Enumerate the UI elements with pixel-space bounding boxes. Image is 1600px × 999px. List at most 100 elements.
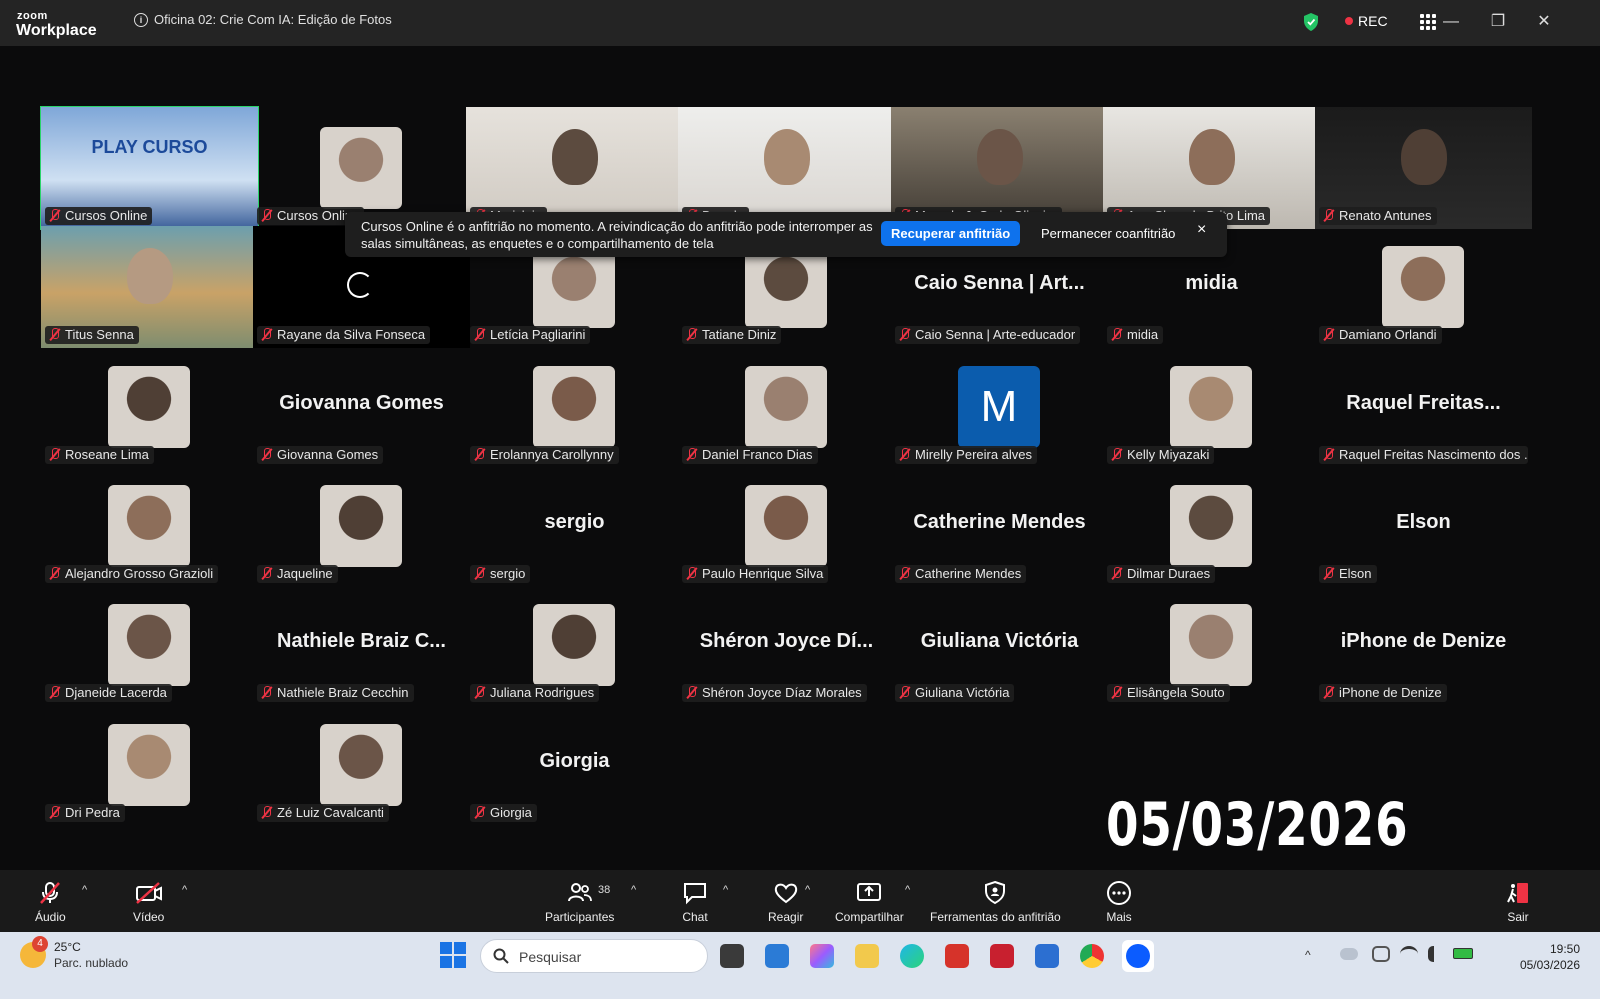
antivirus-icon[interactable] — [990, 944, 1014, 968]
participant-tile[interactable]: Alejandro Grosso Grazioli — [41, 465, 258, 587]
person-silhouette — [1400, 129, 1447, 185]
participant-tile[interactable]: Elson Elson — [1315, 465, 1532, 587]
meeting-info[interactable]: i Oficina 02: Crie Com IA: Edição de Fot… — [134, 12, 392, 27]
participant-tile[interactable]: Renato Antunes — [1315, 107, 1532, 229]
file-explorer-icon[interactable] — [855, 944, 879, 968]
outlook-icon[interactable] — [1035, 944, 1059, 968]
copilot-icon[interactable] — [810, 944, 834, 968]
participant-name: Rayane da Silva Fonseca — [277, 327, 426, 342]
participant-tile[interactable]: M Mirelly Pereira alves — [891, 346, 1108, 468]
participant-tile[interactable]: Damiano Orlandi — [1315, 226, 1532, 348]
zoom-taskbar-icon[interactable] — [1122, 940, 1154, 972]
stay-cohost-button[interactable]: Permanecer coanfitrião — [1035, 221, 1181, 246]
participant-tile[interactable]: Catherine Mendes Catherine Mendes — [891, 465, 1108, 587]
participant-tile[interactable]: Giovanna Gomes Giovanna Gomes — [253, 346, 470, 468]
participant-tile[interactable]: Roseane Lima — [41, 346, 258, 468]
participant-name: Giuliana Victória — [915, 685, 1010, 700]
participant-name-tag: Titus Senna — [45, 326, 139, 344]
wifi-icon[interactable] — [1400, 946, 1418, 962]
info-icon[interactable]: i — [134, 12, 148, 27]
taskbar-search[interactable]: Pesquisar — [480, 939, 708, 973]
participant-tile[interactable]: Kelly Miyazaki — [1103, 346, 1320, 468]
participant-tile[interactable]: Dri Pedra — [41, 704, 258, 826]
participant-tile[interactable]: Giorgia Giorgia — [466, 704, 683, 826]
onedrive-icon[interactable] — [1340, 948, 1358, 960]
react-button[interactable]: Reagir — [768, 880, 803, 924]
participant-name: Dri Pedra — [65, 805, 120, 820]
close-window-button[interactable]: ✕ — [1530, 10, 1558, 34]
share-button[interactable]: Compartilhar — [835, 880, 904, 924]
rec-label: REC — [1358, 13, 1388, 29]
participant-name: Dilmar Duraes — [1127, 566, 1211, 581]
reclaim-host-button[interactable]: Recuperar anfitrião — [881, 221, 1021, 246]
recording-indicator[interactable]: REC — [1345, 13, 1388, 29]
participant-tile[interactable]: Brenda — [678, 107, 895, 229]
participant-name-tag: Elisângela Souto — [1107, 684, 1230, 702]
audio-options-caret[interactable]: ^ — [82, 884, 87, 896]
chat-options-caret[interactable]: ^ — [723, 884, 728, 896]
chrome-icon[interactable] — [1080, 944, 1104, 968]
participant-tile[interactable]: Marcelo J. C. de Oliveira — [891, 107, 1108, 229]
windows-start-icon[interactable] — [440, 942, 466, 968]
participant-name: Mirelly Pereira alves — [915, 447, 1033, 462]
vscode-icon[interactable] — [765, 944, 789, 968]
leave-button[interactable]: Sair — [1505, 880, 1531, 924]
chat-icon — [684, 883, 706, 905]
participant-tile[interactable]: Cursos Online — [253, 107, 470, 229]
participant-name-tag: Renato Antunes — [1319, 207, 1437, 225]
camera-off-icon — [135, 882, 162, 904]
audio-button[interactable]: Áudio — [35, 880, 66, 924]
participant-tile[interactable]: Zé Luiz Cavalcanti — [253, 704, 470, 826]
edge-icon[interactable] — [900, 944, 924, 968]
participant-tile[interactable]: Giuliana Victória Giuliana Victória — [891, 584, 1108, 706]
host-tools-button[interactable]: Ferramentas do anfitrião — [930, 880, 1061, 924]
participant-tile[interactable]: iPhone de Denize iPhone de Denize — [1315, 584, 1532, 706]
share-options-caret[interactable]: ^ — [905, 884, 910, 896]
weather-condition: Parc. nublado — [54, 956, 129, 970]
minimize-button[interactable]: — — [1437, 10, 1465, 34]
more-button[interactable]: Mais — [1105, 880, 1133, 924]
participant-tile[interactable]: Ana Clara de Brito Lima — [1103, 107, 1320, 229]
host-shield-icon — [985, 880, 1006, 905]
task-view-icon[interactable] — [720, 944, 744, 968]
participant-tile[interactable]: Daniel Franco Dias — [678, 346, 895, 468]
participant-tile[interactable]: Jaqueline — [253, 465, 470, 587]
participants-options-caret[interactable]: ^ — [631, 884, 636, 896]
heart-icon — [774, 883, 797, 904]
participant-tile[interactable]: Elisângela Souto — [1103, 584, 1320, 706]
person-silhouette — [1188, 129, 1235, 185]
participant-name-tag: Roseane Lima — [45, 446, 154, 464]
video-options-caret[interactable]: ^ — [182, 884, 187, 896]
restore-button[interactable]: ❐ — [1484, 10, 1512, 34]
participant-tile[interactable]: sergio sergio — [466, 465, 683, 587]
participant-tile[interactable]: Marisleia — [466, 107, 683, 229]
react-options-caret[interactable]: ^ — [805, 884, 810, 896]
mic-muted-icon — [686, 567, 697, 580]
participant-tile[interactable]: Djaneide Lacerda — [41, 584, 258, 706]
video-button[interactable]: Vídeo — [133, 880, 164, 924]
system-clock[interactable]: 19:50 05/03/2026 — [1520, 941, 1580, 973]
participant-tile[interactable]: Nathiele Braiz C... Nathiele Braiz Cecchi… — [253, 584, 470, 706]
participant-tile[interactable]: Raquel Freitas... Raquel Freitas Nascimen… — [1315, 346, 1532, 468]
tray-chevron-icon[interactable]: ^ — [1305, 948, 1319, 962]
participant-display-name: Elson — [1396, 511, 1451, 533]
participant-tile[interactable]: Paulo Henrique Silva — [678, 465, 895, 587]
apps-grid-icon[interactable] — [1420, 14, 1436, 30]
workplace-logo: Workplace — [16, 22, 97, 39]
participant-tile[interactable]: Juliana Rodrigues — [466, 584, 683, 706]
participants-label: Participantes — [545, 910, 615, 924]
mic-muted-icon — [474, 806, 485, 819]
mic-muted-icon — [686, 328, 697, 341]
close-banner-icon[interactable]: × — [1197, 221, 1206, 239]
volume-icon[interactable] — [1428, 946, 1444, 962]
participant-tile[interactable]: Titus Senna — [41, 226, 258, 348]
chat-button[interactable]: Chat — [682, 880, 708, 924]
participant-tile[interactable]: Dilmar Duraes — [1103, 465, 1320, 587]
security-shield-icon[interactable] — [1302, 12, 1320, 32]
app-l-icon[interactable] — [945, 944, 969, 968]
network-adapter-icon[interactable] — [1372, 946, 1390, 962]
battery-icon[interactable] — [1453, 948, 1473, 959]
participant-tile[interactable]: PLAY CURSO Cursos Online — [40, 106, 259, 230]
participant-tile[interactable]: Shéron Joyce Dí... Shéron Joyce Díaz Mora… — [678, 584, 895, 706]
participant-tile[interactable]: Erolannya Carollynny — [466, 346, 683, 468]
